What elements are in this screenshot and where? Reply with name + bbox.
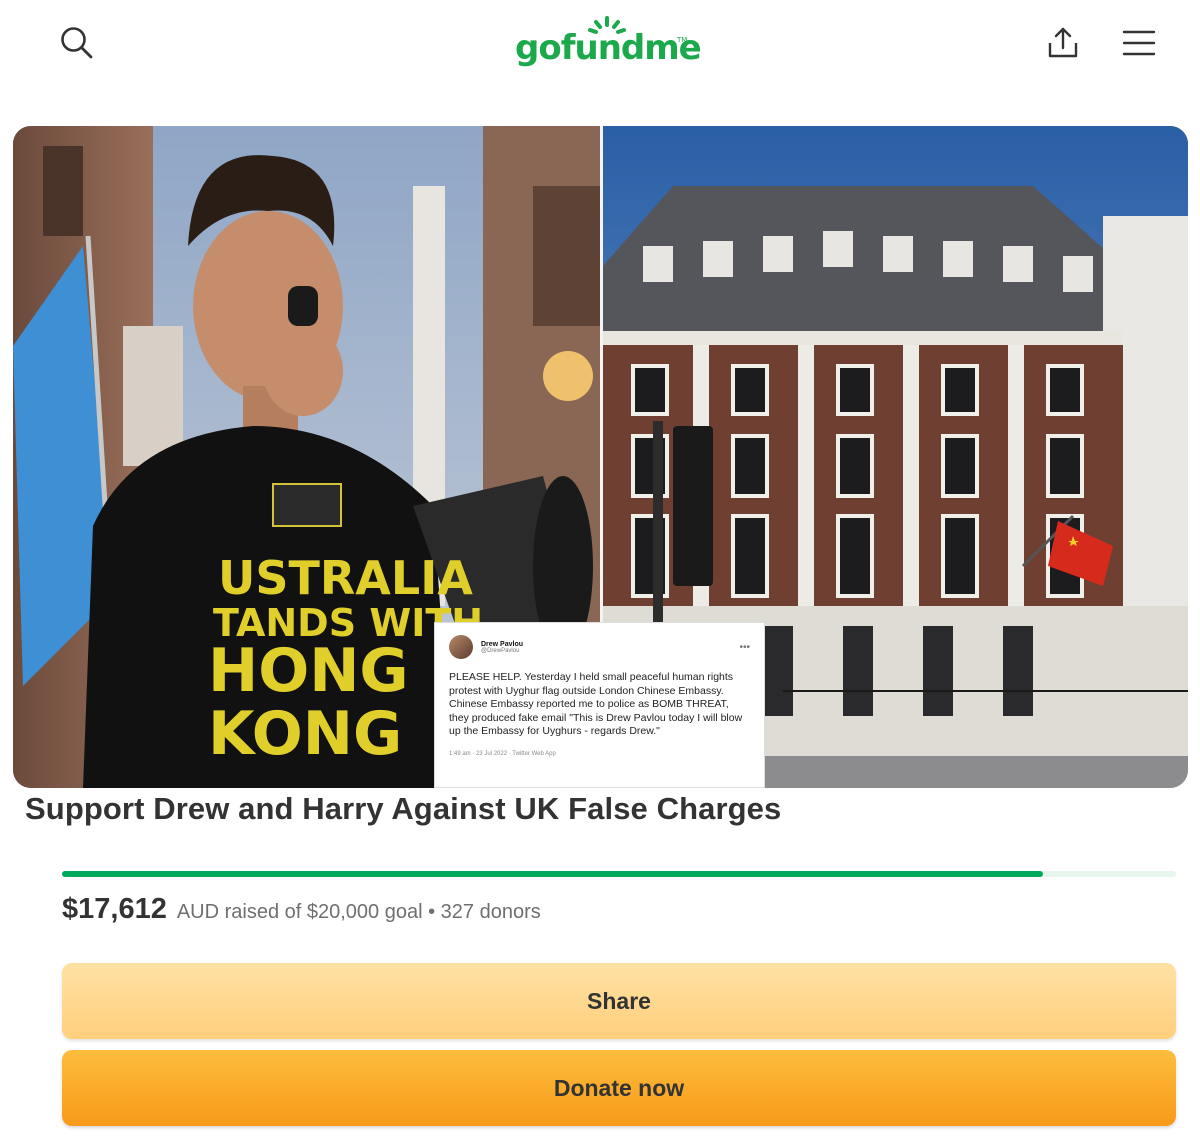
tweet-timestamp: 1:49 am · 23 Jul 2022 · Twitter Web App: [449, 750, 556, 757]
progress-bar: [62, 871, 1176, 877]
logo-trademark: TM: [677, 36, 688, 44]
share-button-label: Share: [587, 987, 651, 1014]
top-nav-bar: gofundme TM: [0, 0, 1200, 100]
campaign-hero-image[interactable]: USTRALIA TANDS WITH HONG KONG Drew Pavlo…: [13, 126, 1188, 788]
raised-amount: $17,612: [62, 893, 167, 925]
share-top-button[interactable]: [1038, 18, 1088, 68]
svg-text:USTRALIA: USTRALIA: [218, 551, 473, 605]
menu-button[interactable]: [1114, 18, 1164, 68]
goal-and-donors: AUD raised of $20,000 goal • 327 donors: [176, 901, 541, 923]
gofundme-logo[interactable]: gofundme TM: [515, 14, 702, 76]
more-options-icon: •••: [739, 641, 750, 653]
search-button[interactable]: [52, 18, 102, 68]
share-button[interactable]: Share: [62, 963, 1176, 1039]
search-icon: [61, 27, 93, 59]
hamburger-menu-icon: [1122, 30, 1156, 56]
logo-wordmark: gofundme: [515, 28, 702, 68]
tweet-author-handle: @DrewPavlou: [481, 647, 520, 654]
funding-summary: $17,612 AUD raised of $20,000 goal • 327…: [62, 893, 541, 926]
donate-now-button[interactable]: Donate now: [62, 1050, 1176, 1126]
svg-text:KONG: KONG: [208, 699, 402, 769]
donate-button-label: Donate now: [553, 1074, 685, 1101]
tweet-avatar: [449, 635, 473, 659]
tweet-text: PLEASE HELP. Yesterday I held small peac…: [449, 671, 743, 737]
tweet-screenshot: Drew Pavlou @DrewPavlou ••• PLEASE HELP.…: [434, 622, 765, 788]
tweet-header: Drew Pavlou @DrewPavlou •••: [449, 633, 750, 661]
campaign-title: Support Drew and Harry Against UK False …: [25, 791, 782, 826]
tweet-author-name: Drew Pavlou: [481, 640, 524, 648]
progress-bar-fill: [62, 871, 1043, 877]
share-upload-icon: [1048, 27, 1078, 58]
svg-text:HONG: HONG: [208, 636, 409, 706]
